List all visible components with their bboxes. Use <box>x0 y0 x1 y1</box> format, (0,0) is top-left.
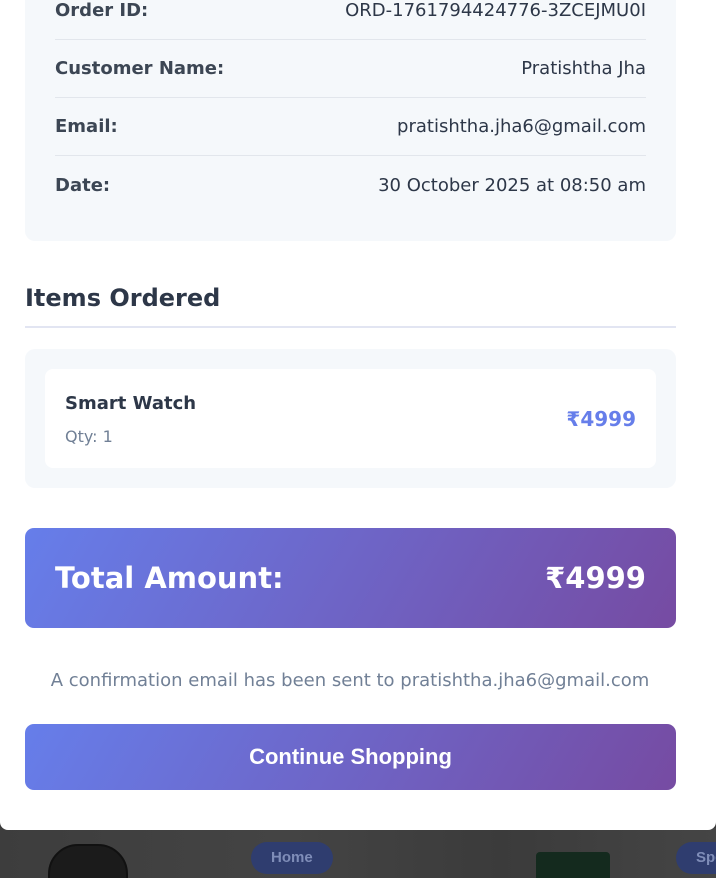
customer-name-value: Pratishtha Jha <box>521 58 646 79</box>
customer-name-row: Customer Name: Pratishtha Jha <box>55 40 646 98</box>
order-id-label: Order ID: <box>55 0 149 21</box>
item-price: ₹4999 <box>566 407 636 431</box>
date-value: 30 October 2025 at 08:50 am <box>378 174 646 196</box>
total-amount-value: ₹4999 <box>545 561 646 595</box>
nav-home-pill[interactable]: Home <box>251 842 333 874</box>
confirmation-message: A confirmation email has been sent to pr… <box>50 670 650 691</box>
product-image <box>536 852 610 878</box>
order-id-row: Order ID: ORD-1761794424776-3ZCEJMU0I <box>55 0 646 40</box>
items-ordered-heading: Items Ordered <box>25 284 676 328</box>
email-value: pratishtha.jha6@gmail.com <box>397 116 646 137</box>
continue-shopping-button[interactable]: Continue Shopping <box>25 724 676 790</box>
product-image <box>48 844 128 878</box>
order-confirmation-modal: Order ID: ORD-1761794424776-3ZCEJMU0I Cu… <box>0 0 716 830</box>
total-amount-bar: Total Amount: ₹4999 <box>25 528 676 628</box>
list-item: Smart Watch Qty: 1 ₹4999 <box>45 369 656 468</box>
email-label: Email: <box>55 116 118 137</box>
date-label: Date: <box>55 174 111 196</box>
email-row: Email: pratishtha.jha6@gmail.com <box>55 98 646 156</box>
items-list: Smart Watch Qty: 1 ₹4999 <box>25 349 676 488</box>
order-id-value: ORD-1761794424776-3ZCEJMU0I <box>345 0 646 21</box>
nav-category-pill[interactable]: Spo <box>676 842 716 874</box>
item-quantity: Qty: 1 <box>65 427 113 446</box>
item-name: Smart Watch <box>65 393 197 414</box>
background-page: Home Spo <box>0 828 716 878</box>
order-details-card: Order ID: ORD-1761794424776-3ZCEJMU0I Cu… <box>25 0 676 241</box>
date-row: Date: 30 October 2025 at 08:50 am <box>55 156 646 214</box>
total-amount-label: Total Amount: <box>55 561 284 595</box>
customer-name-label: Customer Name: <box>55 58 225 79</box>
